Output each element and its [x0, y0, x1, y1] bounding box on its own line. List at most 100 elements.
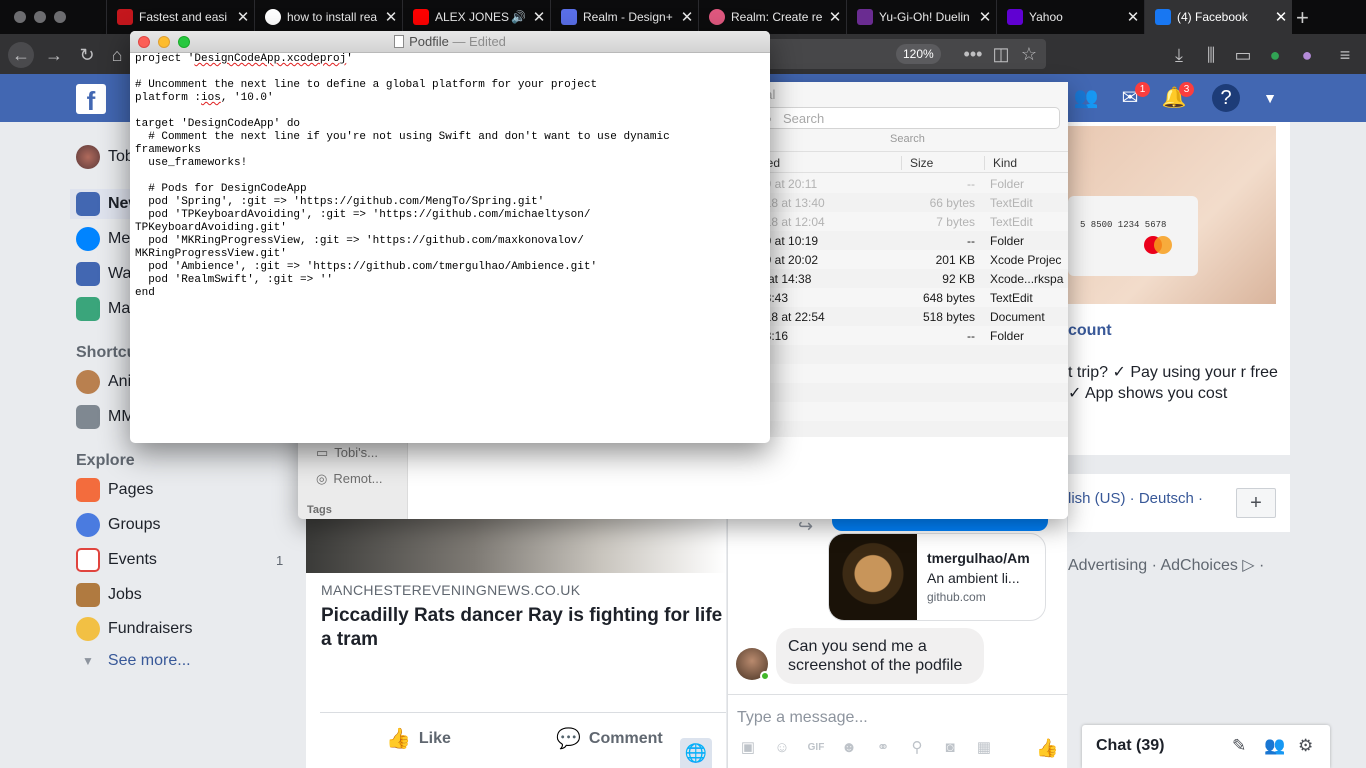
yahoo-ext-icon[interactable]: ●	[1294, 42, 1320, 68]
column-size[interactable]: Size	[901, 156, 933, 170]
link-preview[interactable]: tmergulhao/Am An ambient li... github.co…	[828, 533, 1046, 621]
list-item[interactable]: 018 at 22:54 518 bytes Document	[758, 307, 1068, 326]
preview-image	[829, 534, 917, 620]
help-icon[interactable]: ?	[1212, 84, 1240, 112]
close-tab-icon[interactable]: ✕	[528, 8, 550, 26]
list-item[interactable]: 018 at 13:40 66 bytes TextEdit	[758, 193, 1068, 212]
new-message-icon[interactable]: ✎	[1232, 736, 1246, 756]
tab-facebook[interactable]: (4) Facebook ✕	[1144, 0, 1292, 34]
window-minimize-dot[interactable]	[34, 11, 46, 23]
tab-realm-create[interactable]: Realm: Create re ✕	[698, 0, 846, 34]
finder-search-input[interactable]: ⌕Search	[758, 107, 1060, 129]
zoom-level[interactable]: 120%	[896, 44, 941, 64]
ad-image[interactable]: 5 8500 1234 5678	[1068, 126, 1276, 304]
language-links[interactable]: lish (US) · Deutsch ·	[1068, 490, 1203, 507]
sidebar-item-messenger[interactable]: Me	[76, 224, 130, 254]
tab-yugioh[interactable]: Yu-Gi-Oh! Duelin ✕	[846, 0, 996, 34]
sidebar-item-jobs[interactable]: Jobs	[76, 580, 142, 610]
sidebar-item-groups[interactable]: Groups	[76, 510, 160, 540]
add-language-button[interactable]: +	[1236, 488, 1276, 518]
sidebar-item-remote[interactable]: ◎ Remot...	[316, 471, 382, 487]
url-bar[interactable]: 120% ••• ◫ ☆	[760, 39, 1046, 69]
bookmark-star-icon[interactable]: ☆	[1016, 41, 1042, 67]
speaker-icon[interactable]: 🔊	[511, 10, 526, 24]
table-icon[interactable]: ▦	[975, 739, 993, 757]
back-icon[interactable]: ←	[8, 42, 34, 68]
chat-sidebar-bar[interactable]: Chat (39) ✎ 👥 ⚙	[1082, 725, 1330, 768]
post-image[interactable]	[306, 518, 726, 573]
menu-icon[interactable]: ≡	[1332, 42, 1358, 68]
sidebar-item-fundraisers[interactable]: Fundraisers	[76, 614, 192, 644]
list-item[interactable]: 19 at 20:11 -- Folder	[758, 174, 1068, 193]
close-tab-icon[interactable]: ✕	[232, 8, 254, 26]
close-tab-icon[interactable]: ✕	[380, 8, 402, 26]
sidebar-item-profile[interactable]: Tob	[76, 142, 134, 172]
comment-button[interactable]: 💬 Comment	[556, 726, 663, 751]
account-menu-icon[interactable]: ▼	[1256, 84, 1284, 112]
share-icon[interactable]: ↪	[798, 516, 813, 537]
attach-icon[interactable]: ⚲	[908, 739, 926, 757]
sidebar-item-pages[interactable]: Pages	[76, 475, 153, 505]
new-tab-icon[interactable]: +	[1296, 5, 1309, 31]
camera-icon[interactable]: ◙	[941, 739, 959, 757]
textedit-title-bar[interactable]: Podfile — Edited	[130, 31, 770, 53]
sidebar-item-laptop[interactable]: ▭ Tobi's...	[316, 445, 378, 461]
window-close-dot[interactable]	[14, 11, 26, 23]
reload-icon[interactable]: ↻	[74, 42, 100, 68]
close-tab-icon[interactable]: ✕	[1122, 8, 1144, 26]
gif-icon[interactable]: GIF	[807, 739, 825, 757]
gear-icon[interactable]: ⚙	[1298, 736, 1313, 756]
grammarly-icon[interactable]: ●	[1262, 42, 1288, 68]
page-actions-icon[interactable]: •••	[960, 41, 986, 67]
facebook-logo[interactable]: f	[76, 84, 106, 116]
sidebar-item-events[interactable]: Events	[76, 545, 157, 575]
tab-youtube[interactable]: ALEX JONES 🔊 ✕	[402, 0, 550, 34]
contacts-icon[interactable]: 👥	[1264, 736, 1285, 756]
podfile-text-editor[interactable]: project 'DesignCodeApp.xcodeproj' # Unco…	[135, 53, 765, 300]
list-item[interactable]: 08:16 -- Folder	[758, 326, 1068, 345]
sidebar-item-marketplace[interactable]: Ma	[76, 294, 130, 324]
list-item[interactable]: 018 at 12:04 7 bytes TextEdit	[758, 212, 1068, 231]
library-icon[interactable]: ⫼	[1198, 42, 1224, 68]
like-button[interactable]: 👍 Like	[386, 726, 451, 751]
list-item[interactable]: 19 at 20:02 201 KB Xcode Projec	[758, 250, 1068, 269]
tab-google[interactable]: how to install rea ✕	[254, 0, 402, 34]
close-tab-icon[interactable]: ✕	[824, 8, 846, 26]
link-icon[interactable]: ⚭	[874, 739, 892, 757]
shortcut-item[interactable]: MM	[76, 402, 135, 432]
pocket-icon[interactable]: ◫	[988, 41, 1014, 67]
messenger-icon	[76, 227, 100, 251]
post-source[interactable]: MANCHESTEREVENINGNEWS.CO.UK	[321, 582, 580, 598]
sticker-icon[interactable]: ☺	[773, 739, 791, 757]
list-item[interactable]: 19 at 10:19 -- Folder	[758, 231, 1068, 250]
tab-fastest[interactable]: Fastest and easi ✕	[106, 0, 254, 34]
photo-icon[interactable]: ▣	[739, 739, 757, 757]
close-tab-icon[interactable]: ✕	[676, 8, 698, 26]
close-tab-icon[interactable]: ✕	[1270, 8, 1292, 26]
globe-icon[interactable]: 🌐	[680, 738, 712, 768]
window-zoom-dot[interactable]	[54, 11, 66, 23]
forward-icon[interactable]: →	[41, 42, 67, 68]
close-tab-icon[interactable]: ✕	[974, 8, 996, 26]
column-kind[interactable]: Kind	[984, 156, 1017, 170]
home-icon[interactable]: ⌂	[104, 42, 130, 68]
list-item[interactable]: 8 at 14:38 92 KB Xcode...rkspa	[758, 269, 1068, 288]
ad-link[interactable]: count	[1068, 322, 1112, 340]
emoji-icon[interactable]: ☻	[840, 739, 858, 757]
notifications-icon[interactable]: 🔔 3	[1160, 82, 1194, 112]
post-title[interactable]: Piccadilly Rats dancer Ray is fighting f…	[321, 604, 726, 652]
tab-yahoo[interactable]: Yahoo ✕	[996, 0, 1144, 34]
tab-realm-design[interactable]: Realm - Design+ ✕	[550, 0, 698, 34]
sidebar-item-watch[interactable]: Wa	[76, 259, 131, 289]
list-item[interactable]: 08:43 648 bytes TextEdit	[758, 288, 1068, 307]
shortcut-item[interactable]: Ani	[76, 367, 131, 397]
see-more-link[interactable]: ▼ See more...	[76, 646, 191, 676]
friend-requests-icon[interactable]: 👥	[1072, 84, 1100, 112]
thumbs-up-icon[interactable]: 👍	[1036, 739, 1058, 757]
footer-links[interactable]: Advertising · AdChoices ▷ ·	[1068, 555, 1264, 575]
messenger-icon[interactable]: ✉ 1	[1116, 82, 1150, 112]
sent-link-bubble[interactable]	[832, 518, 1048, 531]
sidebar-icon[interactable]: ▭	[1230, 42, 1256, 68]
message-input[interactable]: Type a message...	[737, 709, 868, 727]
downloads-icon[interactable]: ⤓	[1166, 42, 1192, 68]
